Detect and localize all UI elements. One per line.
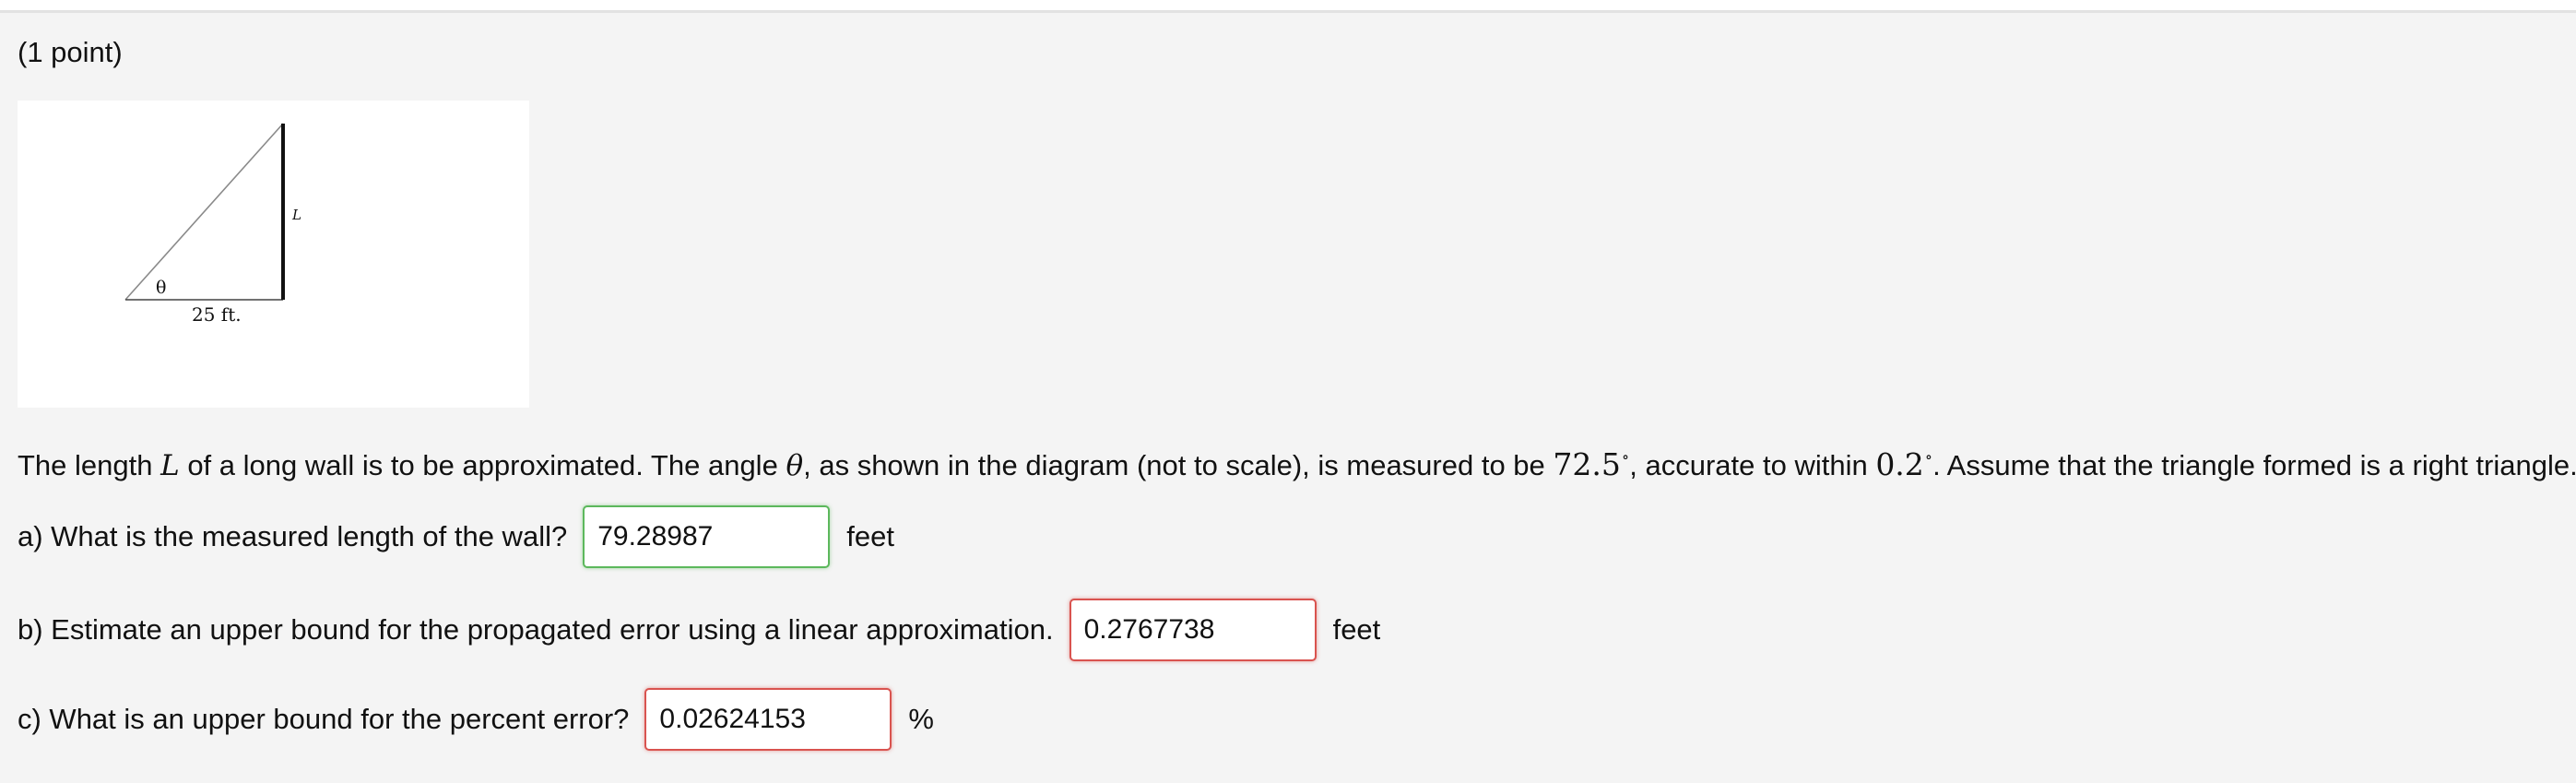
top-rule [0,0,2576,13]
statement-text-1: The length [18,449,161,481]
answer-b-unit: feet [1332,613,1381,646]
statement-text-2: of a long wall is to be approximated. Th… [179,449,786,481]
answer-c-input[interactable] [644,688,892,751]
answer-a-input[interactable] [583,505,831,568]
degree-symbol: ∘ [1924,448,1933,467]
triangle-diagram: θ L 25 ft. [18,101,529,408]
statement-text-4: , accurate to within [1629,449,1876,481]
math-variable-theta: θ [786,449,804,482]
answer-a-unit: feet [846,520,894,552]
answer-b-input[interactable] [1069,599,1317,661]
problem-points: (1 point) [18,36,123,68]
question-a-prompt: a) What is the measured length of the wa… [18,520,568,552]
degree-symbol: ∘ [1621,448,1630,467]
question-b-prompt: b) Estimate an upper bound for the propa… [18,613,1054,646]
hypotenuse-line [124,123,284,301]
angle-label: θ [156,278,166,298]
statement-text-3: , as shown in the diagram (not to scale)… [803,449,1554,481]
statement-text-5: . Assume that the triangle formed is a r… [1932,449,2576,481]
question-c: c) What is an upper bound for the percen… [18,688,934,751]
base-length-label: 25 ft. [192,303,242,326]
question-b: b) Estimate an upper bound for the propa… [18,599,1380,661]
measured-angle-value: 72.5 [1553,446,1621,482]
triangle-svg: θ L 25 ft. [124,123,301,326]
question-a: a) What is the measured length of the wa… [18,505,894,568]
question-c-prompt: c) What is an upper bound for the percen… [18,703,630,735]
accuracy-value: 0.2 [1875,446,1924,482]
math-variable-L: L [160,449,180,482]
wall-length-label: L [291,207,301,223]
problem-statement: The length L of a long wall is to be app… [18,435,2576,488]
answer-c-unit: % [908,703,934,735]
